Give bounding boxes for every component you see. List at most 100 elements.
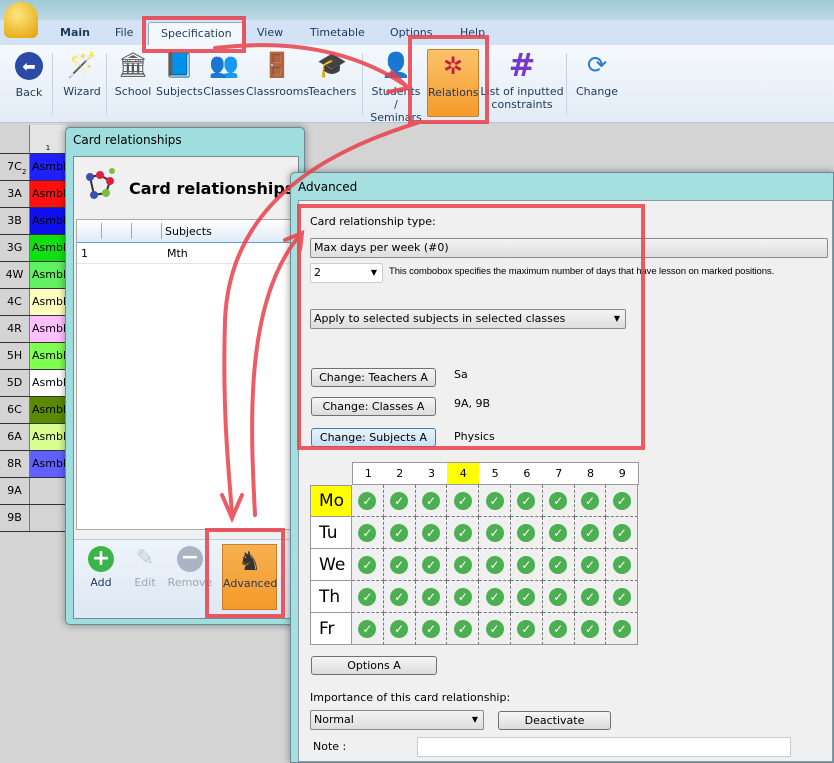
- table-row[interactable]: 1 Mth: [77, 243, 297, 264]
- ribbon-relations-button[interactable]: ✲ Relations: [427, 49, 479, 117]
- period-header[interactable]: 3: [415, 462, 449, 485]
- period-cell[interactable]: ✓: [606, 581, 639, 613]
- period-cell[interactable]: ✓: [447, 613, 480, 645]
- period-cell[interactable]: ✓: [415, 517, 448, 549]
- lesson-card[interactable]: Asmbly: [30, 316, 66, 342]
- ribbon-school-button[interactable]: 🏛 School: [114, 49, 152, 99]
- period-cell[interactable]: ✓: [447, 549, 480, 581]
- period-cell[interactable]: ✓: [479, 549, 511, 581]
- period-cell[interactable]: ✓: [479, 581, 511, 613]
- period-cell[interactable]: ✓: [542, 613, 575, 645]
- period-cell[interactable]: ✓: [383, 517, 416, 549]
- period-cell[interactable]: ✓: [415, 485, 448, 517]
- period-cell[interactable]: ✓: [511, 581, 543, 613]
- day-header[interactable]: We: [310, 549, 352, 581]
- class-label[interactable]: 3G: [0, 235, 30, 261]
- ribbon-classrooms-button[interactable]: 🚪 Classrooms: [246, 49, 309, 99]
- period-cell[interactable]: ✓: [383, 581, 416, 613]
- lesson-card[interactable]: [30, 478, 66, 504]
- period-cell[interactable]: ✓: [574, 549, 607, 581]
- period-header[interactable]: 1: [352, 462, 385, 485]
- class-label[interactable]: 4R: [0, 316, 30, 342]
- lesson-card[interactable]: Asmbly: [30, 451, 66, 477]
- add-button[interactable]: + Add: [80, 546, 122, 589]
- tab-view[interactable]: View: [257, 26, 283, 39]
- ribbon-subjects-button[interactable]: 📘 Subjects: [156, 49, 203, 99]
- note-input[interactable]: [417, 737, 791, 757]
- class-label[interactable]: 6A: [0, 424, 30, 450]
- ribbon-classes-button[interactable]: 👥 Classes: [203, 49, 245, 99]
- change-subjects-button[interactable]: Change: Subjects A: [311, 428, 436, 447]
- period-cell[interactable]: ✓: [352, 613, 384, 645]
- period-cell[interactable]: ✓: [511, 613, 543, 645]
- day-header[interactable]: Th: [310, 581, 352, 613]
- period-cell[interactable]: ✓: [574, 581, 607, 613]
- ribbon-students-button[interactable]: 👤 Students / Seminars: [368, 49, 424, 125]
- period-cell[interactable]: ✓: [352, 517, 384, 549]
- relationship-type-select[interactable]: Max days per week (#0): [310, 238, 828, 258]
- ribbon-wizard-button[interactable]: 🪄 Wizard: [60, 49, 104, 99]
- lesson-card[interactable]: Asmbly: [30, 181, 66, 207]
- edit-button[interactable]: ✎ Edit: [124, 546, 166, 589]
- options-button[interactable]: Options A: [311, 656, 437, 675]
- period-cell[interactable]: ✓: [511, 549, 543, 581]
- deactivate-button[interactable]: Deactivate: [498, 711, 611, 730]
- lesson-card[interactable]: Asmbly: [30, 235, 66, 261]
- period-cell[interactable]: ✓: [511, 517, 543, 549]
- period-cell[interactable]: ✓: [606, 485, 639, 517]
- class-label[interactable]: 3B: [0, 208, 30, 234]
- class-label[interactable]: 9A: [0, 478, 30, 504]
- app-logo-bell-icon[interactable]: [4, 2, 38, 38]
- importance-select[interactable]: Normal ▼: [310, 710, 484, 730]
- apply-scope-select[interactable]: Apply to selected subjects in selected c…: [310, 309, 626, 329]
- lesson-card[interactable]: Asmbly: [30, 343, 66, 369]
- ribbon-teachers-button[interactable]: 🎓 Teachers: [308, 49, 356, 99]
- period-header[interactable]: 4: [447, 462, 481, 485]
- class-label[interactable]: 5D: [0, 370, 30, 396]
- period-cell[interactable]: ✓: [383, 485, 416, 517]
- period-cell[interactable]: ✓: [447, 517, 480, 549]
- column-subjects[interactable]: Subjects: [165, 225, 212, 238]
- change-classes-button[interactable]: Change: Classes A: [311, 397, 436, 416]
- period-cell[interactable]: ✓: [542, 485, 575, 517]
- period-cell[interactable]: ✓: [415, 613, 448, 645]
- period-cell[interactable]: ✓: [383, 613, 416, 645]
- lesson-card[interactable]: Asmbly: [30, 370, 66, 396]
- day-header[interactable]: Tu: [310, 517, 352, 549]
- period-cell[interactable]: ✓: [352, 549, 384, 581]
- lesson-card[interactable]: Asmbly: [30, 154, 66, 180]
- period-cell[interactable]: ✓: [352, 485, 384, 517]
- lesson-card[interactable]: Asmbly: [30, 424, 66, 450]
- tab-help[interactable]: Help: [460, 26, 485, 39]
- change-teachers-button[interactable]: Change: Teachers A: [311, 368, 436, 387]
- period-header[interactable]: 6: [511, 462, 544, 485]
- lesson-card[interactable]: [30, 505, 66, 531]
- period-cell[interactable]: ✓: [542, 581, 575, 613]
- period-cell[interactable]: ✓: [479, 485, 511, 517]
- remove-button[interactable]: − Remove: [166, 546, 214, 590]
- period-header[interactable]: 2: [383, 462, 417, 485]
- period-cell[interactable]: ✓: [479, 613, 511, 645]
- lesson-card[interactable]: Asmbly: [30, 208, 66, 234]
- class-label[interactable]: 9B: [0, 505, 30, 531]
- period-cell[interactable]: ✓: [606, 517, 639, 549]
- lesson-card[interactable]: Asmbly: [30, 262, 66, 288]
- period-cell[interactable]: ✓: [542, 549, 575, 581]
- period-cell[interactable]: ✓: [383, 549, 416, 581]
- ribbon-list-of-inputted-button[interactable]: # List of inputted constraints: [480, 49, 564, 112]
- tab-options[interactable]: Options: [390, 26, 432, 39]
- period-cell[interactable]: ✓: [415, 549, 448, 581]
- ribbon-back-button[interactable]: ⬅ Back: [8, 49, 50, 99]
- max-days-select[interactable]: 2 ▼: [310, 263, 383, 283]
- period-header[interactable]: 9: [606, 462, 640, 485]
- tab-file[interactable]: File: [115, 26, 133, 39]
- period-cell[interactable]: ✓: [415, 581, 448, 613]
- period-cell[interactable]: ✓: [606, 549, 639, 581]
- period-header[interactable]: 8: [574, 462, 608, 485]
- period-cell[interactable]: ✓: [447, 581, 480, 613]
- period-cell[interactable]: ✓: [606, 613, 639, 645]
- class-label[interactable]: 6C: [0, 397, 30, 423]
- class-label[interactable]: 8R: [0, 451, 30, 477]
- class-label[interactable]: 4C: [0, 289, 30, 315]
- tab-specification[interactable]: Specification: [148, 22, 245, 45]
